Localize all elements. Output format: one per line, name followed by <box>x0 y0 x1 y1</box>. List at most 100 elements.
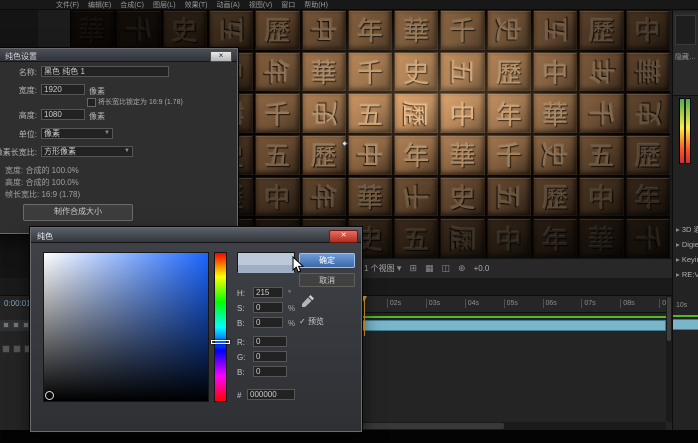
audio-meter-divider <box>684 98 686 164</box>
previous-color-swatch <box>238 265 294 273</box>
menu-item[interactable]: 编辑(E) <box>88 0 111 9</box>
saturation-brightness-field[interactable] <box>43 252 209 402</box>
menu-item[interactable]: 合成(C) <box>120 0 144 9</box>
wall-block: 年 <box>394 135 439 175</box>
height-input[interactable]: 1080 <box>41 109 85 120</box>
exposure-value[interactable]: +0.0 <box>474 264 490 273</box>
comp-height-info: 高度: 合成的 100.0% <box>5 178 79 187</box>
make-comp-size-button[interactable]: 制作合成大小 <box>23 204 133 221</box>
layer-duration-bar[interactable] <box>673 319 698 330</box>
effects-folder-item[interactable]: Keying <box>673 252 698 267</box>
menu-item[interactable]: 图层(L) <box>153 0 176 9</box>
block-glyph: 華 <box>79 17 106 48</box>
audio-icon[interactable] <box>13 322 19 328</box>
saturation-label: S: <box>237 304 245 313</box>
hue-slider-marker[interactable] <box>211 340 230 344</box>
grid-guides-icon[interactable]: ⊞ <box>409 264 417 273</box>
block-glyph: 中 <box>264 183 291 214</box>
wall-block: 歷 <box>440 218 485 258</box>
region-of-interest-icon[interactable]: ◫ <box>442 264 451 273</box>
wall-block: 中 <box>347 135 393 175</box>
dialog-titlebar[interactable]: 纯色 ✕ <box>31 228 361 243</box>
menu-item[interactable]: 窗口 <box>281 0 295 9</box>
red-input[interactable]: 0 <box>253 336 287 347</box>
eyedropper-icon[interactable] <box>301 294 315 313</box>
block-glyph: 千 <box>120 16 151 43</box>
layer-duration-bar[interactable] <box>345 320 666 331</box>
scrollbar-thumb[interactable] <box>667 297 671 341</box>
block-glyph: 歷 <box>542 183 569 214</box>
block-glyph: 年 <box>356 17 383 48</box>
timeline-horizontal-scrollbar[interactable] <box>345 422 666 430</box>
graph-editor-icon[interactable] <box>13 345 21 353</box>
close-icon[interactable]: ✕ <box>329 230 358 243</box>
ok-button[interactable]: 确定 <box>299 253 355 268</box>
hue-input[interactable]: 215 <box>253 287 283 298</box>
color-picker-dialog: 纯色 ✕ 确定 取消 H: 215 ° S: 0 % B: 0 % ✓ 预览 R… <box>30 227 362 432</box>
view-layout-dropdown[interactable]: 1 个视图 ▾ <box>364 263 401 274</box>
effects-folder-item[interactable]: Digieffects <box>673 237 698 252</box>
menu-item[interactable]: 文件(F) <box>56 0 79 9</box>
wall-block: 史 <box>301 93 346 133</box>
expand-transform-icon[interactable] <box>2 345 10 353</box>
menu-item[interactable]: 效果(T) <box>185 0 208 9</box>
dialog-title: 纯色 <box>37 232 53 241</box>
menu-item[interactable]: 帮助(H) <box>304 0 328 9</box>
effects-folder-item[interactable]: RE:Vision <box>673 267 698 282</box>
wall-block: 史 <box>486 10 532 50</box>
check-icon: ✓ <box>299 317 306 326</box>
block-glyph: 五 <box>264 142 291 173</box>
green-input[interactable]: 0 <box>253 351 287 362</box>
color-selection-ring[interactable] <box>45 391 54 400</box>
channel-icon[interactable]: ⊕ <box>458 264 466 273</box>
wall-block: 年 <box>486 93 532 133</box>
menu-item[interactable]: 视图(V) <box>249 0 272 9</box>
wall-block: 年 <box>533 218 578 258</box>
saturation-input[interactable]: 0 <box>253 302 283 313</box>
pixel-aspect-label: 像素长宽比: <box>0 148 37 157</box>
block-glyph: 歷 <box>398 100 429 127</box>
wall-block: 歷 <box>533 176 578 217</box>
time-ruler[interactable]: 01s02s03s04s05s06s07s08s09s <box>345 296 666 313</box>
hue-label: H: <box>237 289 245 298</box>
hex-input[interactable]: 000000 <box>247 389 295 400</box>
wall-block: 華 <box>533 93 578 133</box>
wall-block: 五 <box>394 218 439 258</box>
dialog-titlebar[interactable]: 纯色设置 × <box>0 49 237 62</box>
wall-block: 年 <box>625 176 670 217</box>
block-glyph: 華 <box>449 142 476 173</box>
solo-icon[interactable] <box>23 322 29 328</box>
wall-block: 華 <box>70 10 115 50</box>
wall-block: 華 <box>301 51 346 92</box>
block-glyph: 年 <box>259 58 290 85</box>
block-glyph: 華 <box>403 17 430 48</box>
units-dropdown[interactable]: 像素 ▼ <box>41 128 113 139</box>
hue-unit: ° <box>288 289 292 298</box>
wall-block: 歷 <box>625 135 670 175</box>
wall-block: 歷 <box>579 10 624 50</box>
preview-checkbox[interactable]: ✓ 预览 <box>299 316 324 327</box>
block-glyph: 史 <box>491 16 522 43</box>
effects-folder-item[interactable]: 3D 通道 <box>673 222 698 237</box>
pixel-aspect-dropdown[interactable]: 方形像素 ▼ <box>41 146 133 157</box>
cancel-button[interactable]: 取消 <box>299 273 355 287</box>
wall-block: 五 <box>533 10 578 50</box>
blue-input[interactable]: 0 <box>253 366 287 377</box>
menu-item[interactable]: 动画(A) <box>217 0 240 9</box>
name-input[interactable]: 黑色 纯色 1 <box>41 66 169 77</box>
current-time-indicator[interactable] <box>364 296 365 336</box>
block-glyph: 年 <box>403 142 430 173</box>
lock-aspect-checkbox[interactable] <box>87 98 96 107</box>
block-glyph: 五 <box>356 100 383 131</box>
eye-icon[interactable] <box>3 322 9 328</box>
width-label: 宽度: <box>18 86 37 95</box>
width-input[interactable]: 1920 <box>41 84 85 95</box>
hue-slider[interactable] <box>214 252 227 402</box>
brightness-input[interactable]: 0 <box>253 317 283 328</box>
scrollbar-thumb[interactable] <box>346 423 504 429</box>
wall-block: 年 <box>301 176 346 217</box>
block-glyph: 千 <box>403 183 434 210</box>
wall-block: 千 <box>440 10 485 50</box>
close-icon[interactable]: × <box>210 51 232 62</box>
mask-visibility-icon[interactable]: ▦ <box>425 264 434 273</box>
